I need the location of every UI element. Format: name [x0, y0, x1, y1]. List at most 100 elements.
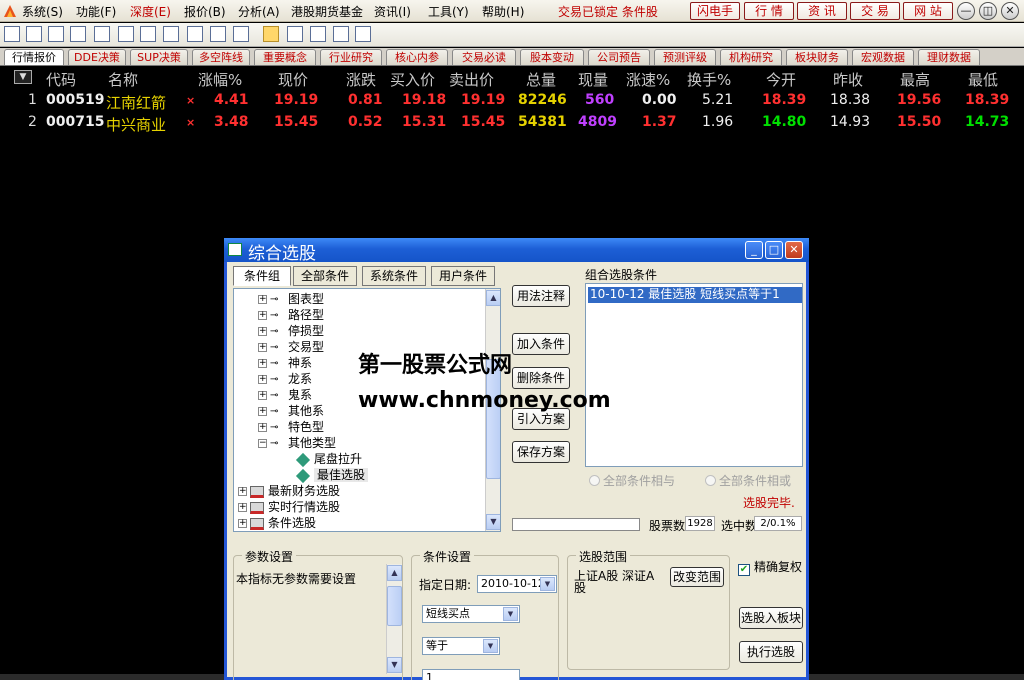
tree-item-dragon[interactable]: + ⊸ 龙系: [258, 371, 312, 387]
close-icon[interactable]: ✕: [785, 241, 803, 259]
tab-company-forecast[interactable]: 公司预告: [588, 49, 650, 65]
list-item[interactable]: 10-10-12 最佳选股 短线买点等于1: [588, 287, 802, 303]
tab-system-conditions[interactable]: 系统条件: [362, 266, 426, 286]
sort-dropdown-icon[interactable]: ▼: [14, 70, 32, 84]
table-row[interactable]: 1 000519 江南红箭 × 4.41 19.19 0.81 19.18 19…: [0, 90, 1024, 112]
scroll-down-icon[interactable]: ▼: [486, 514, 500, 530]
table-row[interactable]: 2 000715 中兴商业 × 3.48 15.45 0.52 15.31 15…: [0, 112, 1024, 134]
flash-trade-button[interactable]: 闪电手: [690, 2, 740, 20]
formula-icon[interactable]: [210, 26, 226, 42]
website-button[interactable]: 网 站: [903, 2, 953, 20]
tab-sup[interactable]: SUP决策: [130, 49, 188, 65]
quotes-button[interactable]: 行 情: [744, 2, 794, 20]
trade-button[interactable]: 交 易: [850, 2, 900, 20]
tab-condition-group[interactable]: 条件组: [233, 266, 291, 286]
col-prev-close[interactable]: 昨收: [833, 69, 863, 90]
candlestick-icon[interactable]: [70, 26, 86, 42]
tab-quotes[interactable]: 行情报价: [4, 49, 64, 65]
operator-select[interactable]: 等于 ▼: [422, 637, 500, 655]
tab-insider[interactable]: 核心内参: [386, 49, 448, 65]
tab-dde[interactable]: DDE决策: [68, 49, 126, 65]
tree-item-realtime[interactable]: + 实时行情选股: [238, 499, 340, 515]
tab-macro[interactable]: 宏观数据: [852, 49, 914, 65]
menu-tools[interactable]: 工具(Y): [428, 3, 469, 20]
tab-long-short[interactable]: 多空阵线: [192, 49, 250, 65]
dialog-title-bar[interactable]: 综合选股 _ □ ✕: [224, 238, 809, 264]
tree-item-latest-finance[interactable]: + 最新财务选股: [238, 483, 340, 499]
report-icon[interactable]: [4, 26, 20, 42]
usage-notes-button[interactable]: 用法注释: [512, 285, 570, 307]
date-picker[interactable]: 2010-10-12 ▼: [477, 575, 557, 593]
finance-icon[interactable]: [140, 26, 156, 42]
tree-item-special[interactable]: + ⊸ 特色型: [258, 419, 324, 435]
exact-adjust-checkbox[interactable]: ✔ 精确复权: [738, 558, 802, 576]
scroll-up-icon[interactable]: ▲: [387, 565, 402, 581]
tab-institution[interactable]: 机构研究: [720, 49, 782, 65]
radio-all-or[interactable]: 全部条件相或: [705, 472, 791, 489]
col-low[interactable]: 最低: [968, 69, 998, 90]
col-turnover[interactable]: 换手%: [687, 69, 731, 90]
tab-industry[interactable]: 行业研究: [320, 49, 382, 65]
scroll-up-icon[interactable]: ▲: [486, 290, 500, 306]
tree-item-other[interactable]: + ⊸ 其他系: [258, 403, 324, 419]
value-select[interactable]: 1: [422, 669, 520, 680]
execute-button[interactable]: 执行选股: [739, 641, 803, 663]
combined-conditions-list[interactable]: 10-10-12 最佳选股 短线买点等于1: [585, 283, 803, 467]
export-icon[interactable]: [333, 26, 349, 42]
f12-icon[interactable]: [187, 26, 203, 42]
col-current-volume[interactable]: 现量: [578, 69, 608, 90]
tab-all-conditions[interactable]: 全部条件: [293, 266, 357, 286]
params-scrollbar[interactable]: ▲ ▼: [386, 564, 402, 674]
folder-icon[interactable]: [263, 26, 279, 42]
tab-capital-change[interactable]: 股本变动: [520, 49, 584, 65]
menu-function[interactable]: 功能(F): [76, 3, 116, 20]
add-condition-button[interactable]: 加入条件: [512, 333, 570, 355]
line-chart-icon[interactable]: [48, 26, 64, 42]
maximize-icon[interactable]: □: [765, 241, 783, 259]
login-icon[interactable]: [355, 26, 371, 42]
text-icon[interactable]: [94, 26, 110, 42]
tab-trade-must-read[interactable]: 交易必读: [452, 49, 516, 65]
delete-condition-button[interactable]: 删除条件: [512, 367, 570, 389]
scroll-down-icon[interactable]: ▼: [387, 657, 402, 673]
tree-item-late-rally[interactable]: 尾盘拉升: [295, 451, 362, 467]
menu-quote[interactable]: 报价(B): [184, 3, 226, 20]
tree-item-god[interactable]: + ⊸ 神系: [258, 355, 312, 371]
col-change[interactable]: 涨跌: [346, 69, 376, 90]
chevron-down-icon[interactable]: ▼: [503, 607, 518, 621]
tab-wealth[interactable]: 理财数据: [918, 49, 980, 65]
menu-hk-futures-funds[interactable]: 港股期货基金: [291, 3, 363, 20]
menu-system[interactable]: 系统(S): [22, 3, 63, 20]
zoom-icon[interactable]: [310, 26, 326, 42]
col-bid[interactable]: 买入价: [390, 69, 435, 90]
menu-info[interactable]: 资讯(I): [374, 3, 411, 20]
save-scheme-button[interactable]: 保存方案: [512, 441, 570, 463]
radio-all-and[interactable]: 全部条件相与: [589, 472, 675, 489]
minimize-icon[interactable]: _: [745, 241, 763, 259]
tree-item-other-types[interactable]: − ⊸ 其他类型: [258, 435, 336, 451]
col-volume[interactable]: 总量: [526, 69, 556, 90]
tab-sector-finance[interactable]: 板块财务: [786, 49, 848, 65]
close-icon[interactable]: ✕: [1001, 2, 1019, 20]
tree-item-path[interactable]: + ⊸ 路径型: [258, 307, 324, 323]
col-price[interactable]: 现价: [278, 69, 308, 90]
add-to-block-button[interactable]: 选股入板块: [739, 607, 803, 629]
news-button[interactable]: 资 讯: [797, 2, 847, 20]
col-speed[interactable]: 涨速%: [626, 69, 670, 90]
tree-item-condition[interactable]: + 条件选股: [238, 515, 316, 531]
news-icon[interactable]: [163, 26, 179, 42]
indicator-select[interactable]: 短线买点 ▼: [422, 605, 520, 623]
col-high[interactable]: 最高: [900, 69, 930, 90]
tab-concepts[interactable]: 重要概念: [254, 49, 316, 65]
change-range-button[interactable]: 改变范围: [670, 567, 724, 587]
tree-item-stoploss[interactable]: + ⊸ 停损型: [258, 323, 324, 339]
menu-analysis[interactable]: 分析(A): [238, 3, 280, 20]
tree-item-chart[interactable]: + ⊸ 图表型: [258, 291, 324, 307]
sort-icon[interactable]: [287, 26, 303, 42]
chevron-down-icon[interactable]: ▼: [483, 639, 498, 653]
tree-item-trade[interactable]: + ⊸ 交易型: [258, 339, 324, 355]
menu-help[interactable]: 帮助(H): [482, 3, 524, 20]
col-code[interactable]: 代码: [46, 69, 76, 90]
tab-user-conditions[interactable]: 用户条件: [431, 266, 495, 286]
tab-rating[interactable]: 预测评级: [654, 49, 716, 65]
